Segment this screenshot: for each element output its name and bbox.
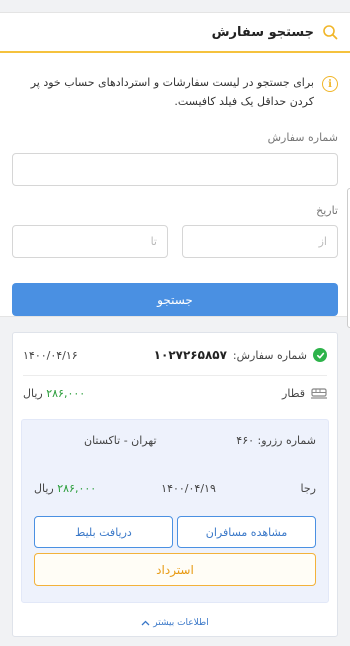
reservation-number: ۴۶۰ — [236, 434, 255, 447]
info-icon: i — [322, 76, 338, 92]
order-price-value: ۲۸۶,۰۰۰ — [46, 386, 86, 400]
order-number-label: شماره سفارش: — [232, 348, 307, 362]
more-info-link[interactable]: اطلاعات بیشتر — [13, 618, 337, 628]
chevron-up-icon — [141, 620, 150, 626]
info-row: i برای جستجو در لیست سفارشات و استردادها… — [10, 73, 338, 111]
search-icon — [322, 24, 338, 40]
check-icon — [313, 348, 327, 362]
view-passengers-button[interactable]: مشاهده مسافران — [177, 516, 316, 548]
reservation-label: شماره رزرو: — [257, 434, 316, 447]
info-text: برای جستجو در لیست سفارشات و استردادهای … — [30, 76, 314, 108]
vehicle-type: قطار — [282, 386, 305, 400]
route: تهران - تاکستان — [84, 434, 157, 447]
order-summary-row: قطار ۲۸۶,۰۰۰ ریال — [23, 381, 327, 405]
travel-date: ۱۴۰۰/۰۴/۱۹ — [161, 482, 216, 495]
order-search-card: جستجو سفارش i برای جستجو در لیست سفارشات… — [0, 12, 350, 328]
order-number: ۱۰۲۷۲۶۵۸۵۷ — [153, 348, 227, 362]
booking-row-2: رجا ۱۴۰۰/۰۴/۱۹ ۲۸۶,۰۰۰ ریال — [34, 482, 316, 495]
order-header-row: شماره سفارش: ۱۰۲۷۲۶۵۸۵۷ ۱۴۰۰/۰۴/۱۶ — [23, 341, 327, 369]
search-button[interactable]: جستجو — [12, 283, 338, 316]
order-date: ۱۴۰۰/۰۴/۱۶ — [23, 348, 78, 362]
booking-row-1: شماره رزرو: ۴۶۰ تهران - تاکستان — [34, 434, 316, 447]
traveler-name: رجا — [300, 482, 316, 495]
date-to-input[interactable] — [12, 225, 168, 258]
booking-panel: شماره رزرو: ۴۶۰ تهران - تاکستان رجا ۱۴۰۰… — [21, 419, 329, 603]
search-header: جستجو سفارش — [0, 13, 350, 53]
more-info-label: اطلاعات بیشتر — [153, 618, 209, 628]
order-price: ۲۸۶,۰۰۰ ریال — [23, 387, 85, 400]
booking-price-currency: ریال — [34, 482, 54, 495]
divider — [23, 375, 327, 376]
get-ticket-button[interactable]: دریافت بلیط — [34, 516, 173, 548]
booking-price-value: ۲۸۶,۰۰۰ — [57, 482, 97, 495]
booking-price: ۲۸۶,۰۰۰ ریال — [34, 482, 96, 495]
order-card: شماره سفارش: ۱۰۲۷۲۶۵۸۵۷ ۱۴۰۰/۰۴/۱۶ قطار … — [12, 332, 338, 637]
date-label: تاریخ — [316, 204, 338, 217]
search-title: جستجو سفارش — [211, 24, 314, 40]
date-from-input[interactable] — [182, 225, 338, 258]
order-price-currency: ریال — [23, 386, 43, 400]
refund-button[interactable]: استرداد — [34, 553, 316, 586]
train-icon — [311, 387, 327, 399]
order-number-input[interactable] — [12, 153, 338, 186]
order-number-label: شماره سفارش — [267, 131, 338, 144]
